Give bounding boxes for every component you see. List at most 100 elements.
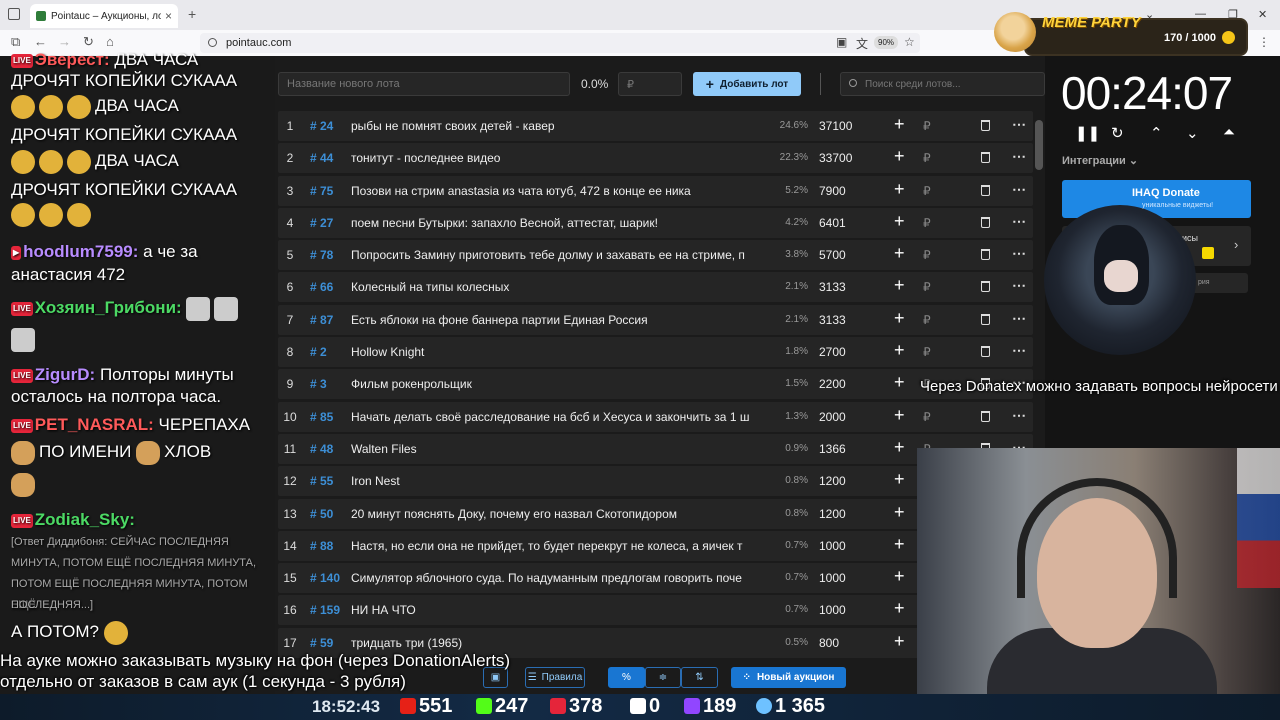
lot-id[interactable]: # 59	[310, 636, 333, 650]
lot-id[interactable]: # 3	[310, 377, 327, 391]
more-options-icon[interactable]: ⋯	[1012, 213, 1026, 230]
new-lot-input[interactable]: Название нового лота	[278, 72, 570, 96]
lot-id[interactable]: # 75	[310, 184, 333, 198]
lot-amount[interactable]: 1000	[819, 539, 846, 553]
lot-name[interactable]: рыбы не помнят своих детей - кавер	[351, 119, 769, 133]
lot-amount[interactable]: 3133	[819, 280, 846, 294]
balance-button[interactable]: ≑	[645, 667, 681, 688]
lot-name[interactable]: поем песни Бутырки: запахло Весной, атте…	[351, 216, 769, 230]
add-amount-icon[interactable]: +	[894, 340, 905, 361]
add-amount-icon[interactable]: +	[894, 566, 905, 587]
bookmark-star-icon[interactable]: ☆	[904, 35, 915, 49]
ruble-icon[interactable]: ₽	[923, 280, 931, 294]
add-amount-icon[interactable]: +	[894, 308, 905, 329]
more-options-icon[interactable]: ⋯	[1012, 181, 1026, 198]
lot-amount[interactable]: 2000	[819, 410, 846, 424]
browser-tab[interactable]: Pointauc – Аукционы, лотереи ×	[30, 4, 178, 28]
lot-name[interactable]: Walten Files	[351, 442, 769, 456]
add-amount-icon[interactable]: +	[894, 469, 905, 490]
reader-icon[interactable]: ▣	[836, 35, 847, 49]
ruble-icon[interactable]: ₽	[923, 119, 931, 133]
lot-id[interactable]: # 50	[310, 507, 333, 521]
lot-name[interactable]: тридцать три (1965)	[351, 636, 769, 650]
lot-amount[interactable]: 33700	[819, 151, 852, 165]
lot-amount[interactable]: 2200	[819, 377, 846, 391]
lot-name[interactable]: тонитут - последнее видео	[351, 151, 769, 165]
lot-amount[interactable]: 3133	[819, 313, 846, 327]
lot-amount[interactable]: 5700	[819, 248, 846, 262]
more-options-icon[interactable]: ⋯	[1012, 245, 1026, 262]
lot-id[interactable]: # 27	[310, 216, 333, 230]
lot-id[interactable]: # 24	[310, 119, 333, 133]
new-tab-icon[interactable]: +	[188, 6, 196, 22]
add-amount-icon[interactable]: +	[894, 275, 905, 296]
lot-row[interactable]: 5 # 78 Попросить Замину приготовить тебе д…	[278, 240, 1033, 271]
trash-icon[interactable]	[981, 410, 990, 422]
lot-search-input[interactable]: Поиск среди лотов...	[840, 72, 1045, 96]
lot-row[interactable]: 3 # 75 Позови на стрим anastasia из чата ю…	[278, 175, 1033, 206]
trash-icon[interactable]	[981, 152, 990, 164]
lot-id[interactable]: # 78	[310, 248, 333, 262]
add-amount-icon[interactable]: +	[894, 243, 905, 264]
add-amount-icon[interactable]: +	[894, 534, 905, 555]
lot-name[interactable]: Hollow Knight	[351, 345, 769, 359]
lot-amount[interactable]: 1366	[819, 442, 846, 456]
lot-id[interactable]: # 44	[310, 151, 333, 165]
zoom-badge[interactable]: 90%	[874, 36, 899, 49]
menu-icon[interactable]: ⋮	[1258, 35, 1270, 49]
lot-name[interactable]: Начать делать своё расследование на бсб …	[351, 410, 769, 424]
lot-amount[interactable]: 1000	[819, 571, 846, 585]
lot-amount[interactable]: 800	[819, 636, 839, 650]
lot-list-scrollbar[interactable]	[1035, 120, 1043, 170]
trash-icon[interactable]	[981, 249, 990, 261]
lot-name[interactable]: Колесный на типы колесных	[351, 280, 769, 294]
lot-name[interactable]: Симулятор яблочного суда. По надуманным …	[351, 571, 769, 585]
pause-icon[interactable]: ❚❚	[1075, 124, 1100, 142]
lot-id[interactable]: # 140	[310, 571, 340, 585]
lot-row[interactable]: 2 # 44 тонитут - последнее видео 22.3% 33700…	[278, 143, 1033, 174]
add-amount-icon[interactable]: +	[894, 502, 905, 523]
ruble-icon[interactable]: ₽	[923, 184, 931, 198]
add-amount-icon[interactable]: +	[894, 179, 905, 200]
address-bar[interactable]: pointauc.com	[200, 33, 920, 53]
rules-button[interactable]: ☰ Правила	[525, 667, 585, 688]
trash-icon[interactable]	[981, 216, 990, 228]
lot-amount[interactable]: 2700	[819, 345, 846, 359]
lot-row[interactable]: 10 # 85 Начать делать своё расследование н…	[278, 401, 1033, 432]
lot-id[interactable]: # 88	[310, 539, 333, 553]
lot-amount[interactable]: 37100	[819, 119, 852, 133]
translate-icon[interactable]: 文	[856, 35, 868, 52]
ruble-icon[interactable]: ₽	[923, 216, 931, 230]
ruble-icon[interactable]: ₽	[923, 313, 931, 327]
lot-id[interactable]: # 55	[310, 474, 333, 488]
lot-amount[interactable]: 1200	[819, 474, 846, 488]
lot-amount[interactable]: 1000	[819, 603, 846, 617]
chevron-up-icon[interactable]: ⌃	[1150, 124, 1163, 142]
lot-id[interactable]: # 48	[310, 442, 333, 456]
lot-name[interactable]: Попросить Замину приготовить тебе долму …	[351, 248, 769, 262]
more-options-icon[interactable]: ⋯	[1012, 116, 1026, 133]
ruble-icon[interactable]: ₽	[923, 410, 931, 424]
lot-name[interactable]: НИ НА ЧТО	[351, 603, 769, 617]
lot-amount[interactable]: 7900	[819, 184, 846, 198]
add-amount-icon[interactable]: +	[894, 631, 905, 652]
lot-amount[interactable]: 6401	[819, 216, 846, 230]
lot-name[interactable]: Настя, но если она не прийдет, то будет …	[351, 539, 769, 553]
lot-amount-input[interactable]: ₽	[618, 72, 682, 96]
close-window-icon[interactable]: ✕	[1258, 8, 1267, 21]
lot-id[interactable]: # 87	[310, 313, 333, 327]
lot-row[interactable]: 7 # 87 Есть яблоки на фоне баннера партии …	[278, 304, 1033, 335]
add-amount-icon[interactable]: +	[894, 146, 905, 167]
lot-name[interactable]: 20 минут пояснять Доку, почему его назва…	[351, 507, 769, 521]
trash-icon[interactable]	[981, 313, 990, 325]
lot-id[interactable]: # 159	[310, 603, 340, 617]
trash-icon[interactable]	[981, 281, 990, 293]
lot-name[interactable]: Фильм рокенрольщик	[351, 377, 769, 391]
more-options-icon[interactable]: ⋯	[1012, 277, 1026, 294]
lot-row[interactable]: 4 # 27 поем песни Бутырки: запахло Весной,…	[278, 207, 1033, 238]
lot-name[interactable]: Позови на стрим anastasia из чата ютуб, …	[351, 184, 769, 198]
new-auction-button[interactable]: ⁘ Новый аукцион	[731, 667, 846, 688]
lot-name[interactable]: Iron Nest	[351, 474, 769, 488]
lot-row[interactable]: 6 # 66 Колесный на типы колесных 2.1% 3133 + ₽…	[278, 272, 1033, 303]
sidebar-icon[interactable]	[8, 8, 20, 20]
